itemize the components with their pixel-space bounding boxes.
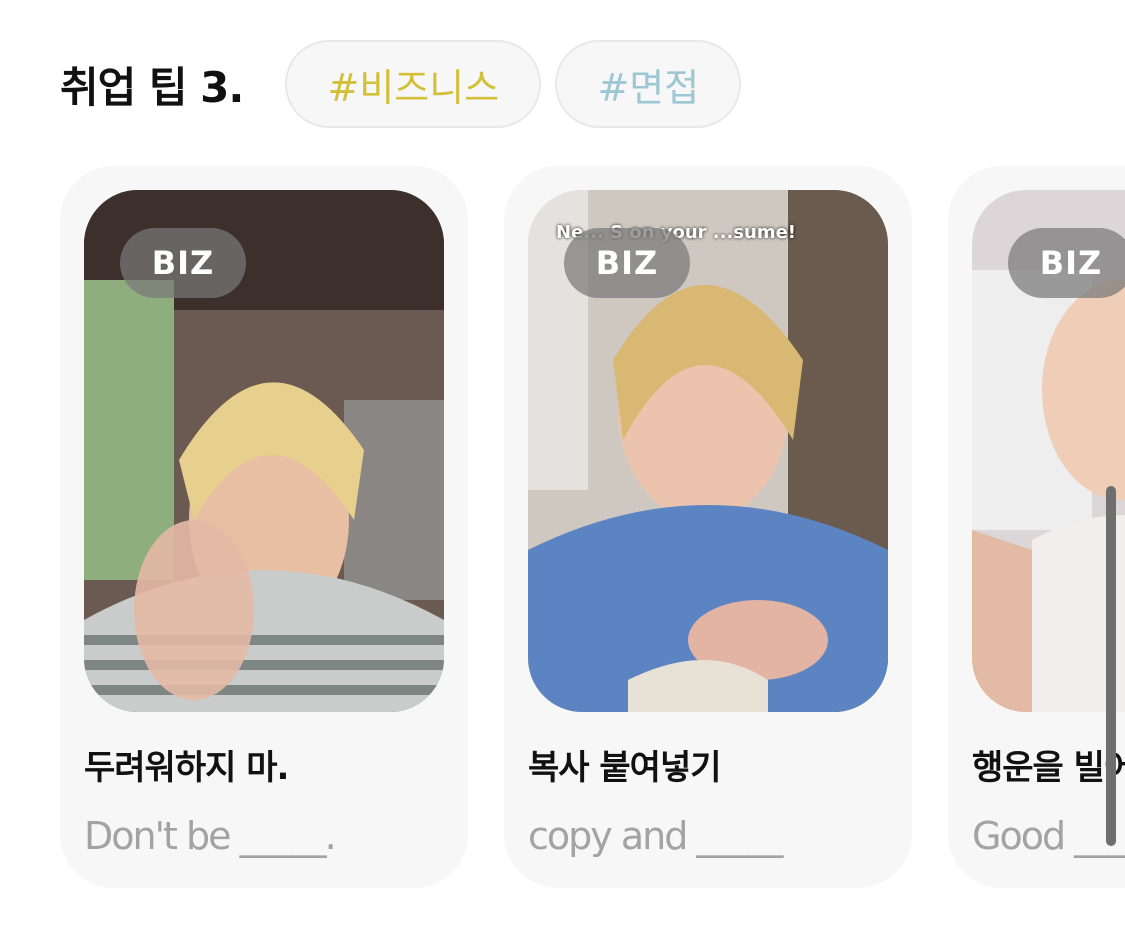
carousel-track: BIZ 두려워하지 마. Don't be _____. Ne... S on … — [60, 166, 1125, 888]
tip-subtitle-en: copy and _____ — [528, 814, 783, 858]
tips-carousel[interactable]: BIZ 두려워하지 마. Don't be _____. Ne... S on … — [60, 166, 1125, 890]
video-thumbnail-3[interactable]: BIZ — [972, 190, 1125, 712]
tip-subtitle-en: Don't be _____. — [84, 814, 337, 858]
tip-title-ko: 복사 붙여넣기 — [528, 748, 722, 788]
tip-card-1[interactable]: BIZ 두려워하지 마. Don't be _____. — [60, 166, 468, 888]
category-badge: BIZ — [564, 228, 690, 298]
tag-interview[interactable]: #면접 — [555, 40, 742, 128]
category-badge: BIZ — [120, 228, 246, 298]
vertical-scrollbar[interactable] — [1106, 486, 1116, 846]
section-title: 취업 팁 3. — [60, 62, 244, 112]
tip-subtitle-en: Good ___ — [972, 814, 1125, 858]
tip-title-ko: 행운을 빌어 — [972, 748, 1125, 788]
video-thumbnail-1[interactable]: BIZ — [84, 190, 444, 712]
tag-business[interactable]: #비즈니스 — [285, 40, 542, 128]
section-header: 취업 팁 3. #비즈니스 #면접 — [60, 38, 755, 130]
tip-title-ko: 두려워하지 마. — [84, 748, 289, 788]
video-thumbnail-2[interactable]: Ne... S on your ...sume! BIZ — [528, 190, 888, 712]
category-badge: BIZ — [1008, 228, 1125, 298]
tip-card-3[interactable]: BIZ 행운을 빌어 Good ___ — [948, 166, 1125, 888]
tip-card-2[interactable]: Ne... S on your ...sume! BIZ 복사 붙여넣기 cop… — [504, 166, 912, 888]
